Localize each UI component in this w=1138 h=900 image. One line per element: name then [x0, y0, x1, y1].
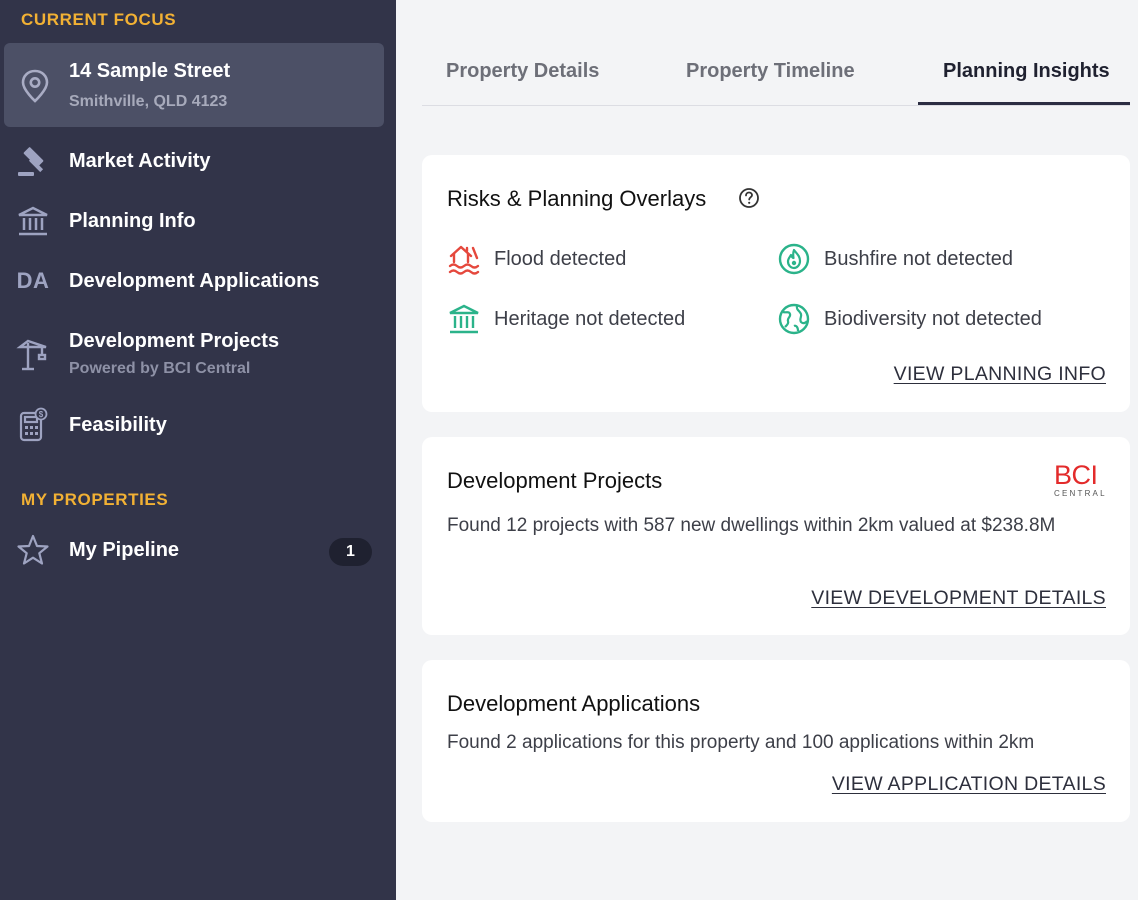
da-icon: DA [15, 263, 51, 299]
sidebar: CURRENT FOCUS 14 Sample Street Smithvill… [0, 0, 396, 900]
focus-property-title: 14 Sample Street [69, 60, 231, 82]
projects-summary-text: Found 12 projects with 587 new dwellings… [447, 515, 1056, 536]
fire-icon [776, 241, 812, 277]
bci-logo-subtext: CENTRAL [1054, 489, 1107, 498]
tab-property-timeline[interactable]: Property Timeline [686, 60, 855, 83]
sidebar-item-label: Development Applications [69, 270, 320, 292]
tab-planning-insights[interactable]: Planning Insights [943, 60, 1110, 83]
sidebar-item-market-activity[interactable]: Market Activity [0, 136, 396, 186]
sidebar-item-label: Market Activity [69, 150, 211, 172]
sidebar-item-sublabel: Powered by BCI Central [69, 360, 251, 377]
bci-central-logo: BCI CENTRAL [1054, 460, 1107, 501]
tab-property-details[interactable]: Property Details [446, 60, 599, 83]
view-development-details-link[interactable]: VIEW DEVELOPMENT DETAILS [811, 587, 1106, 610]
flood-icon [446, 241, 482, 277]
sidebar-item-feasibility[interactable]: $ Feasibility [0, 400, 396, 450]
risks-overlays-card: Risks & Planning Overlays Flood detected [422, 155, 1130, 412]
heritage-icon [446, 301, 482, 337]
active-tab-indicator [918, 102, 1130, 105]
star-icon [15, 532, 51, 568]
map-pin-icon [21, 69, 49, 103]
applications-summary-text: Found 2 applications for this property a… [447, 732, 1035, 753]
pipeline-count-badge: 1 [329, 538, 372, 566]
projects-card-title: Development Projects [447, 468, 663, 493]
overlay-label: Heritage not detected [494, 308, 686, 330]
view-planning-info-link[interactable]: VIEW PLANNING INFO [894, 363, 1106, 386]
view-application-details-link[interactable]: VIEW APPLICATION DETAILS [832, 773, 1106, 796]
crane-icon [15, 336, 51, 372]
sidebar-item-label: Development Projects [69, 330, 280, 352]
svg-text:$: $ [39, 410, 44, 419]
sidebar-item-label: Planning Info [69, 210, 196, 232]
overlay-label: Biodiversity not detected [824, 308, 1042, 330]
gavel-icon [15, 143, 51, 179]
applications-card-title: Development Applications [447, 691, 701, 716]
my-properties-label: MY PROPERTIES [21, 490, 169, 509]
bank-icon [15, 203, 51, 239]
sidebar-item-label: Feasibility [69, 414, 167, 436]
sidebar-item-label: My Pipeline [69, 539, 180, 561]
sidebar-item-development-applications[interactable]: DA Development Applications [0, 256, 396, 306]
risks-card-title: Risks & Planning Overlays [447, 186, 707, 211]
focus-property-subtitle: Smithville, QLD 4123 [69, 93, 228, 110]
current-focus-label: CURRENT FOCUS [21, 10, 177, 29]
calculator-icon: $ [15, 407, 51, 443]
overlay-label: Bushfire not detected [824, 248, 1014, 270]
overlay-label: Flood detected [494, 248, 627, 270]
globe-icon [776, 301, 812, 337]
sidebar-item-my-pipeline[interactable]: My Pipeline 1 [0, 525, 396, 575]
current-focus-property[interactable]: 14 Sample Street Smithville, QLD 4123 [4, 43, 384, 127]
sidebar-item-planning-info[interactable]: Planning Info [0, 196, 396, 246]
sidebar-item-development-projects[interactable]: Development Projects Powered by BCI Cent… [0, 320, 396, 390]
development-applications-card: Development Applications Found 2 applica… [422, 660, 1130, 822]
tab-bar: Property Details Property Timeline Plann… [422, 40, 1130, 106]
bci-logo-text: BCI [1054, 460, 1098, 490]
da-icon-text: DA [16, 268, 50, 293]
development-projects-card: Development Projects BCI CENTRAL Found 1… [422, 437, 1130, 635]
help-icon[interactable] [738, 187, 760, 209]
